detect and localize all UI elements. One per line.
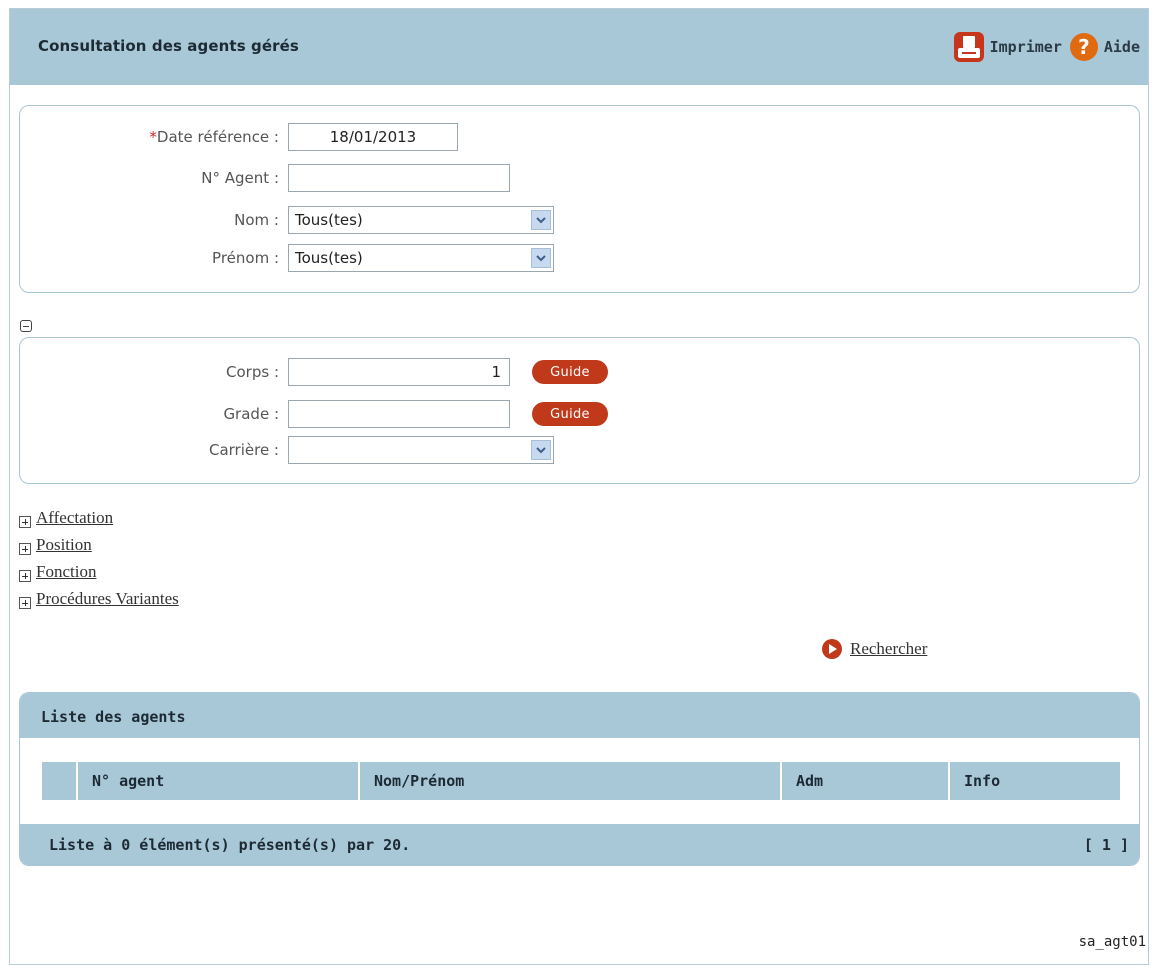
section-fonction-link[interactable]: Fonction [36, 562, 96, 582]
column-header-select[interactable] [42, 762, 78, 800]
chevron-down-icon[interactable] [531, 440, 551, 460]
date-row: *Date référence : 18/01/2013 [20, 123, 1139, 151]
prenom-select[interactable]: Tous(tes) [288, 244, 554, 272]
section-position-link[interactable]: Position [36, 535, 92, 555]
nom-row: Nom : Tous(tes) [20, 206, 1139, 234]
print-button[interactable]: Imprimer [953, 32, 1062, 62]
prenom-select-value: Tous(tes) [295, 249, 363, 267]
agent-no-input[interactable] [288, 164, 510, 192]
column-header-name[interactable]: Nom/Prénom [360, 762, 782, 800]
page-header: Consultation des agents gérés Imprimer ?… [10, 9, 1148, 85]
plus-box-icon[interactable] [19, 543, 31, 555]
chevron-down-icon[interactable] [531, 210, 551, 230]
corps-panel: Corps : 1 Guide Grade : Guide Carrière : [19, 337, 1140, 484]
list-title: Liste des agents [41, 708, 186, 726]
section-procedures-variantes-link[interactable]: Procédures Variantes [36, 589, 179, 609]
corps-guide-button[interactable]: Guide [532, 360, 608, 384]
plus-box-icon[interactable] [19, 597, 31, 609]
search-label[interactable]: Rechercher [850, 639, 927, 659]
nom-select-value: Tous(tes) [295, 211, 363, 229]
table-header-row: N° agent Nom/Prénom Adm Info [42, 762, 1120, 800]
list-header: Liste des agents [20, 693, 1139, 738]
screen-code: sa_agt01 [1078, 934, 1146, 950]
column-header-info[interactable]: Info [950, 762, 1120, 800]
plus-box-icon[interactable] [19, 570, 31, 582]
list-footer: Liste à 0 élément(s) présenté(s) par 20.… [20, 824, 1139, 865]
section-affectation-link[interactable]: Affectation [36, 508, 113, 528]
corps-label: Corps : [226, 363, 279, 381]
corps-input[interactable]: 1 [288, 358, 510, 386]
print-label[interactable]: Imprimer [990, 38, 1062, 56]
help-button[interactable]: ? Aide [1069, 33, 1140, 61]
page-container: Consultation des agents gérés Imprimer ?… [9, 8, 1149, 965]
corps-row: Corps : 1 Guide [20, 358, 1139, 386]
carriere-select[interactable] [288, 436, 554, 464]
carriere-row: Carrière : [20, 436, 1139, 464]
help-label[interactable]: Aide [1104, 38, 1140, 56]
prenom-label: Prénom : [212, 249, 279, 267]
print-icon[interactable] [953, 32, 984, 62]
date-reference-input[interactable]: 18/01/2013 [288, 123, 458, 151]
list-count-text: Liste à 0 élément(s) présenté(s) par 20. [49, 836, 411, 854]
grade-guide-button[interactable]: Guide [532, 402, 608, 426]
agents-list-panel: Liste des agents N° agent Nom/Prénom Adm… [19, 692, 1140, 866]
carriere-label: Carrière : [208, 441, 279, 459]
required-mark: * [149, 128, 157, 146]
prenom-row: Prénom : Tous(tes) [20, 244, 1139, 272]
minus-box-icon[interactable] [20, 320, 32, 332]
pagination[interactable]: [ 1 ] [1084, 836, 1129, 854]
chevron-down-icon[interactable] [531, 248, 551, 268]
criteria-panel: *Date référence : 18/01/2013 N° Agent : … [19, 105, 1140, 293]
column-header-adm[interactable]: Adm [782, 762, 950, 800]
nom-label: Nom : [234, 211, 279, 229]
grade-input[interactable] [288, 400, 510, 428]
search-button[interactable]: Rechercher [822, 639, 927, 659]
page-title: Consultation des agents gérés [38, 37, 299, 55]
date-label: *Date référence : [149, 128, 279, 146]
play-circle-icon[interactable] [822, 639, 842, 659]
agent-no-label: N° Agent : [201, 169, 279, 187]
agent-no-row: N° Agent : [20, 164, 1139, 192]
grade-label: Grade : [223, 405, 279, 423]
help-icon[interactable]: ? [1069, 33, 1098, 61]
nom-select[interactable]: Tous(tes) [288, 206, 554, 234]
plus-box-icon[interactable] [19, 516, 31, 528]
grade-row: Grade : Guide [20, 400, 1139, 428]
header-actions: Imprimer ? Aide [953, 31, 1140, 63]
column-header-agent-no[interactable]: N° agent [78, 762, 360, 800]
